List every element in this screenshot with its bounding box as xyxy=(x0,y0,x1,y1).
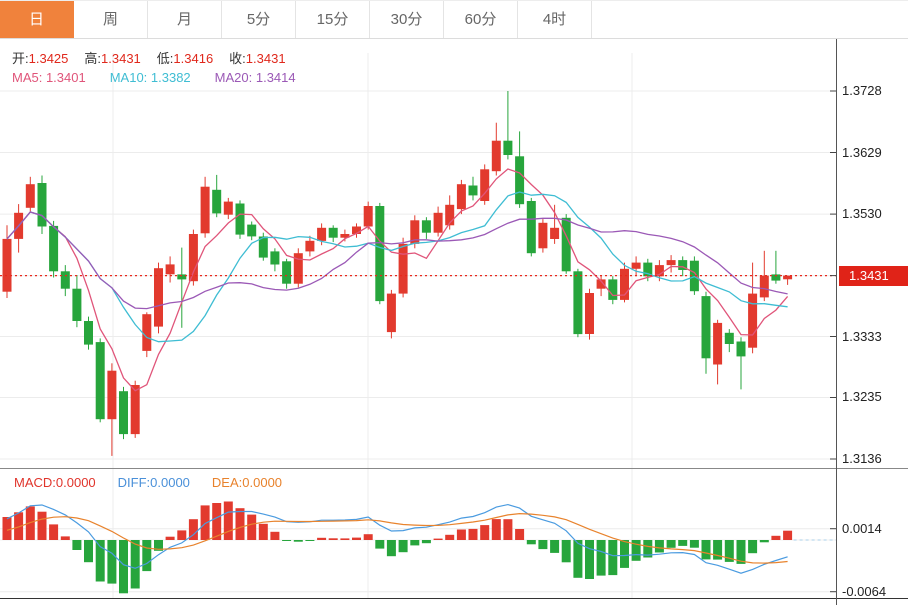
diff-readout: DIFF:0.0000 xyxy=(118,475,190,490)
tab-4hour[interactable]: 4时 xyxy=(518,1,592,38)
high-label: 高: xyxy=(84,51,101,66)
tab-day[interactable]: 日 xyxy=(0,1,74,38)
macd-info: MACD:0.0000 DIFF:0.0000 DEA:0.0000 xyxy=(14,475,282,490)
ohlc-info: 开:1.3425高:1.3431低:1.3416收:1.3431 xyxy=(12,48,302,67)
price-axis-label: 1.3629 xyxy=(842,144,882,162)
low-label: 低: xyxy=(157,51,174,66)
macd-axis-label: -0.0064 xyxy=(842,583,886,601)
candlestick-chart[interactable] xyxy=(0,39,908,605)
dea-readout: DEA:0.0000 xyxy=(212,475,282,490)
tab-5min[interactable]: 5分 xyxy=(222,1,296,38)
open-label: 开: xyxy=(12,51,29,66)
close-value: 1.3431 xyxy=(246,51,286,66)
macd-axis-label: 0.0014 xyxy=(842,520,882,538)
open-value: 1.3425 xyxy=(29,51,69,66)
kline-trading-app: 日 周 月 5分 15分 30分 60分 4时 开:1.3425高:1.3431… xyxy=(0,0,908,605)
tab-60min[interactable]: 60分 xyxy=(444,1,518,38)
current-price-tag: 1.3431 xyxy=(839,266,908,286)
price-axis-label: 1.3136 xyxy=(842,450,882,468)
close-label: 收: xyxy=(229,51,246,66)
tab-15min[interactable]: 15分 xyxy=(296,1,370,38)
tab-week[interactable]: 周 xyxy=(74,1,148,38)
chart-area: 开:1.3425高:1.3431低:1.3416收:1.3431 MA5: 1.… xyxy=(0,39,908,605)
price-axis-label: 1.3235 xyxy=(842,388,882,406)
price-axis-label: 1.3728 xyxy=(842,82,882,100)
high-value: 1.3431 xyxy=(101,51,141,66)
ma20-readout: MA20: 1.3414 xyxy=(215,70,296,85)
ma10-readout: MA10: 1.3382 xyxy=(110,70,191,85)
timeframe-tabbar: 日 周 月 5分 15分 30分 60分 4时 xyxy=(0,0,908,39)
low-value: 1.3416 xyxy=(173,51,213,66)
tab-month[interactable]: 月 xyxy=(148,1,222,38)
price-axis-label: 1.3530 xyxy=(842,205,882,223)
tab-30min[interactable]: 30分 xyxy=(370,1,444,38)
macd-readout: MACD:0.0000 xyxy=(14,475,96,490)
tabbar-spacer xyxy=(592,1,908,38)
price-axis-label: 1.3333 xyxy=(842,328,882,346)
ma-info: MA5: 1.3401 MA10: 1.3382 MA20: 1.3414 xyxy=(12,70,296,85)
ma5-readout: MA5: 1.3401 xyxy=(12,70,86,85)
